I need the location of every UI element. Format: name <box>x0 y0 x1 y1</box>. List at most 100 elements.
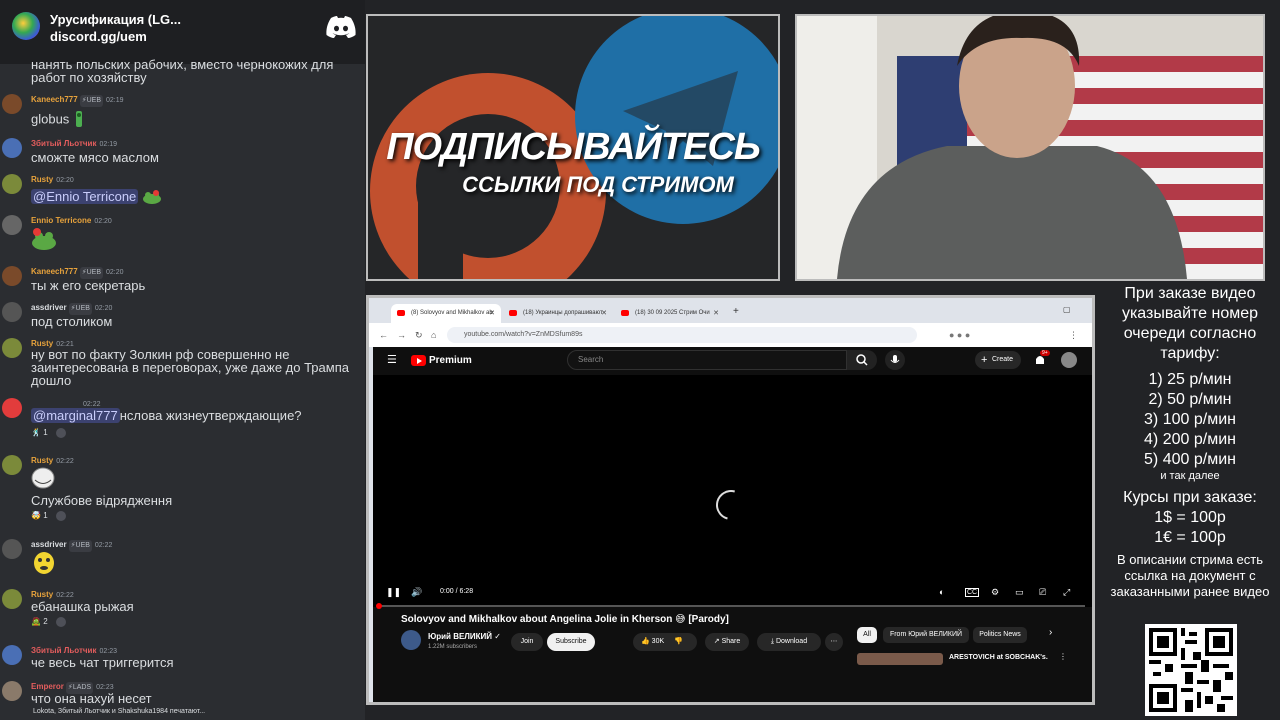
avatar[interactable] <box>2 174 22 194</box>
recommended-title[interactable]: ARESTOVICH at SOBCHAK's. <box>949 654 1048 661</box>
cast-icon[interactable]: ⎚ <box>1039 587 1046 598</box>
more-options-icon[interactable]: ⋮ <box>1059 652 1067 661</box>
timestamp: 02:22 <box>56 592 74 599</box>
reaction-emoji-icon: 🕺 <box>31 428 41 437</box>
like-count: 30K <box>651 638 665 645</box>
avatar[interactable] <box>1061 352 1077 368</box>
browser-tab[interactable]: (18) 30 09 2025 Стрим Очи ✕ <box>615 304 725 323</box>
frog-emoji-icon <box>31 228 57 252</box>
message-text: че весь чат триггерится <box>31 655 174 670</box>
video-player[interactable] <box>373 375 1092 609</box>
reaction-chip[interactable]: 🕺 1 <box>31 426 66 439</box>
avatar[interactable] <box>2 338 22 358</box>
pause-icon[interactable]: ❚❚ <box>386 587 401 598</box>
fullscreen-icon[interactable]: ⤢ <box>1063 587 1070 598</box>
message-list[interactable]: нанять польских рабочих, вместо чернокож… <box>0 56 365 706</box>
settings-gear-icon[interactable]: ⚙ <box>991 587 999 598</box>
user-mention[interactable]: @Ennio Terricone <box>31 189 139 205</box>
username[interactable]: Збитый Льотчик <box>31 139 96 148</box>
extensions-icon[interactable]: ● ● ● <box>949 330 970 340</box>
browser-tab[interactable]: (8) Solovyov and Mikhalkov ab ✕ <box>391 304 501 323</box>
user-mention[interactable]: @marginal777 <box>31 408 120 423</box>
share-button[interactable]: ↗ Share <box>705 633 749 651</box>
yellow-face-emoji-icon <box>33 551 55 580</box>
reload-icon[interactable]: ↻ <box>415 330 423 341</box>
search-input[interactable]: Search <box>567 350 847 370</box>
username[interactable]: Rusty <box>31 456 53 465</box>
chip-all[interactable]: All <box>857 627 877 643</box>
avatar[interactable] <box>2 94 22 114</box>
youtube-logo-icon[interactable] <box>411 355 426 366</box>
add-reaction-icon[interactable] <box>55 427 66 438</box>
qr-code-icon[interactable] <box>1145 624 1237 716</box>
thumbs-up-icon[interactable]: 👍 <box>641 638 650 645</box>
avatar[interactable] <box>2 302 22 322</box>
autoplay-toggle-icon[interactable]: ◐ <box>939 587 944 597</box>
close-tab-icon[interactable]: ✕ <box>601 304 607 323</box>
avatar[interactable] <box>2 539 22 559</box>
avatar[interactable] <box>2 645 22 665</box>
tariff-item: 3) 100 р/мин <box>1144 411 1236 428</box>
progress-bar[interactable] <box>376 603 1085 609</box>
avatar[interactable] <box>2 215 22 235</box>
new-tab-icon[interactable]: + <box>733 306 739 317</box>
create-button[interactable]: Create <box>975 351 1021 369</box>
discord-avatar-icon[interactable] <box>2 398 22 418</box>
message-text: сможте мясо маслом <box>31 150 159 165</box>
channel-name[interactable]: Юрий ВЕЛИКИЙ ✓ <box>428 632 501 641</box>
add-reaction-icon[interactable] <box>55 616 66 627</box>
username[interactable]: assdriver <box>31 540 67 549</box>
username[interactable]: Rusty <box>31 175 53 184</box>
microphone-icon <box>890 355 900 363</box>
timestamp: 02:20 <box>94 218 112 225</box>
miniplayer-icon[interactable]: ▭ <box>1015 587 1024 598</box>
username[interactable]: Збитый Льотчик <box>31 646 96 655</box>
avatar[interactable] <box>2 138 22 158</box>
search-button[interactable] <box>847 350 877 370</box>
youtube-brand[interactable]: Premium <box>429 355 472 366</box>
avatar[interactable] <box>2 266 22 286</box>
add-reaction-icon[interactable] <box>55 510 66 521</box>
chip-from-channel[interactable]: From Юрий ВЕЛИКИЙ <box>883 627 969 643</box>
username[interactable]: assdriver <box>31 303 67 312</box>
username[interactable]: Kaneech777 <box>31 95 78 104</box>
discord-chat-panel: Урусификация (LG... discord.gg/uem нанят… <box>0 0 365 720</box>
menu-icon[interactable]: ⋮ <box>1069 330 1078 341</box>
chip-politics-news[interactable]: Politics News <box>973 627 1027 643</box>
reaction-chip[interactable]: 🧟 2 <box>31 615 66 628</box>
voice-search-button[interactable] <box>885 350 905 370</box>
thumbs-down-icon[interactable]: 👎 <box>674 638 683 645</box>
forward-icon[interactable]: → <box>397 330 406 340</box>
home-icon[interactable]: ⌂ <box>431 330 436 340</box>
reaction-count: 1 <box>43 428 48 437</box>
browser-tab[interactable]: (18) Украинцы допрашивают ✕ <box>503 304 613 323</box>
username[interactable]: Emperor <box>31 682 64 691</box>
username[interactable]: Kaneech777 <box>31 267 78 276</box>
username[interactable]: Ennio Terricone <box>31 216 91 225</box>
youtube-favicon-icon <box>509 310 517 316</box>
more-actions-icon[interactable]: ⋯ <box>825 633 843 651</box>
subscribe-button[interactable]: Subscribe <box>547 633 595 651</box>
recommended-thumbnail[interactable] <box>857 653 943 665</box>
captions-icon[interactable]: CC <box>965 588 980 597</box>
close-tab-icon[interactable]: ✕ <box>713 304 719 323</box>
username[interactable]: Rusty <box>31 590 53 599</box>
avatar[interactable] <box>2 681 22 701</box>
chevron-right-icon[interactable]: › <box>1049 627 1052 638</box>
hamburger-menu-icon[interactable]: ☰ <box>387 353 397 366</box>
back-icon[interactable]: ← <box>379 330 388 340</box>
reaction-chip[interactable]: 🤯 1 <box>31 509 66 522</box>
download-button[interactable]: ⤓ Download <box>757 633 821 651</box>
notifications-button[interactable]: 9+ <box>1033 350 1050 367</box>
reaction-count: 1 <box>43 511 48 520</box>
server-invite-link[interactable]: discord.gg/uem <box>50 29 147 44</box>
url-field[interactable]: youtube.com/watch?v=ZnMDSfum89s <box>447 327 917 343</box>
discord-logo-icon <box>326 16 356 38</box>
maximize-icon[interactable]: ▢ <box>1063 305 1071 314</box>
close-tab-icon[interactable]: ✕ <box>489 304 495 323</box>
join-button[interactable]: Join <box>511 633 543 651</box>
avatar[interactable] <box>2 455 22 475</box>
channel-avatar[interactable] <box>401 630 421 650</box>
avatar[interactable] <box>2 589 22 609</box>
volume-icon[interactable]: 🔊 <box>411 587 422 598</box>
